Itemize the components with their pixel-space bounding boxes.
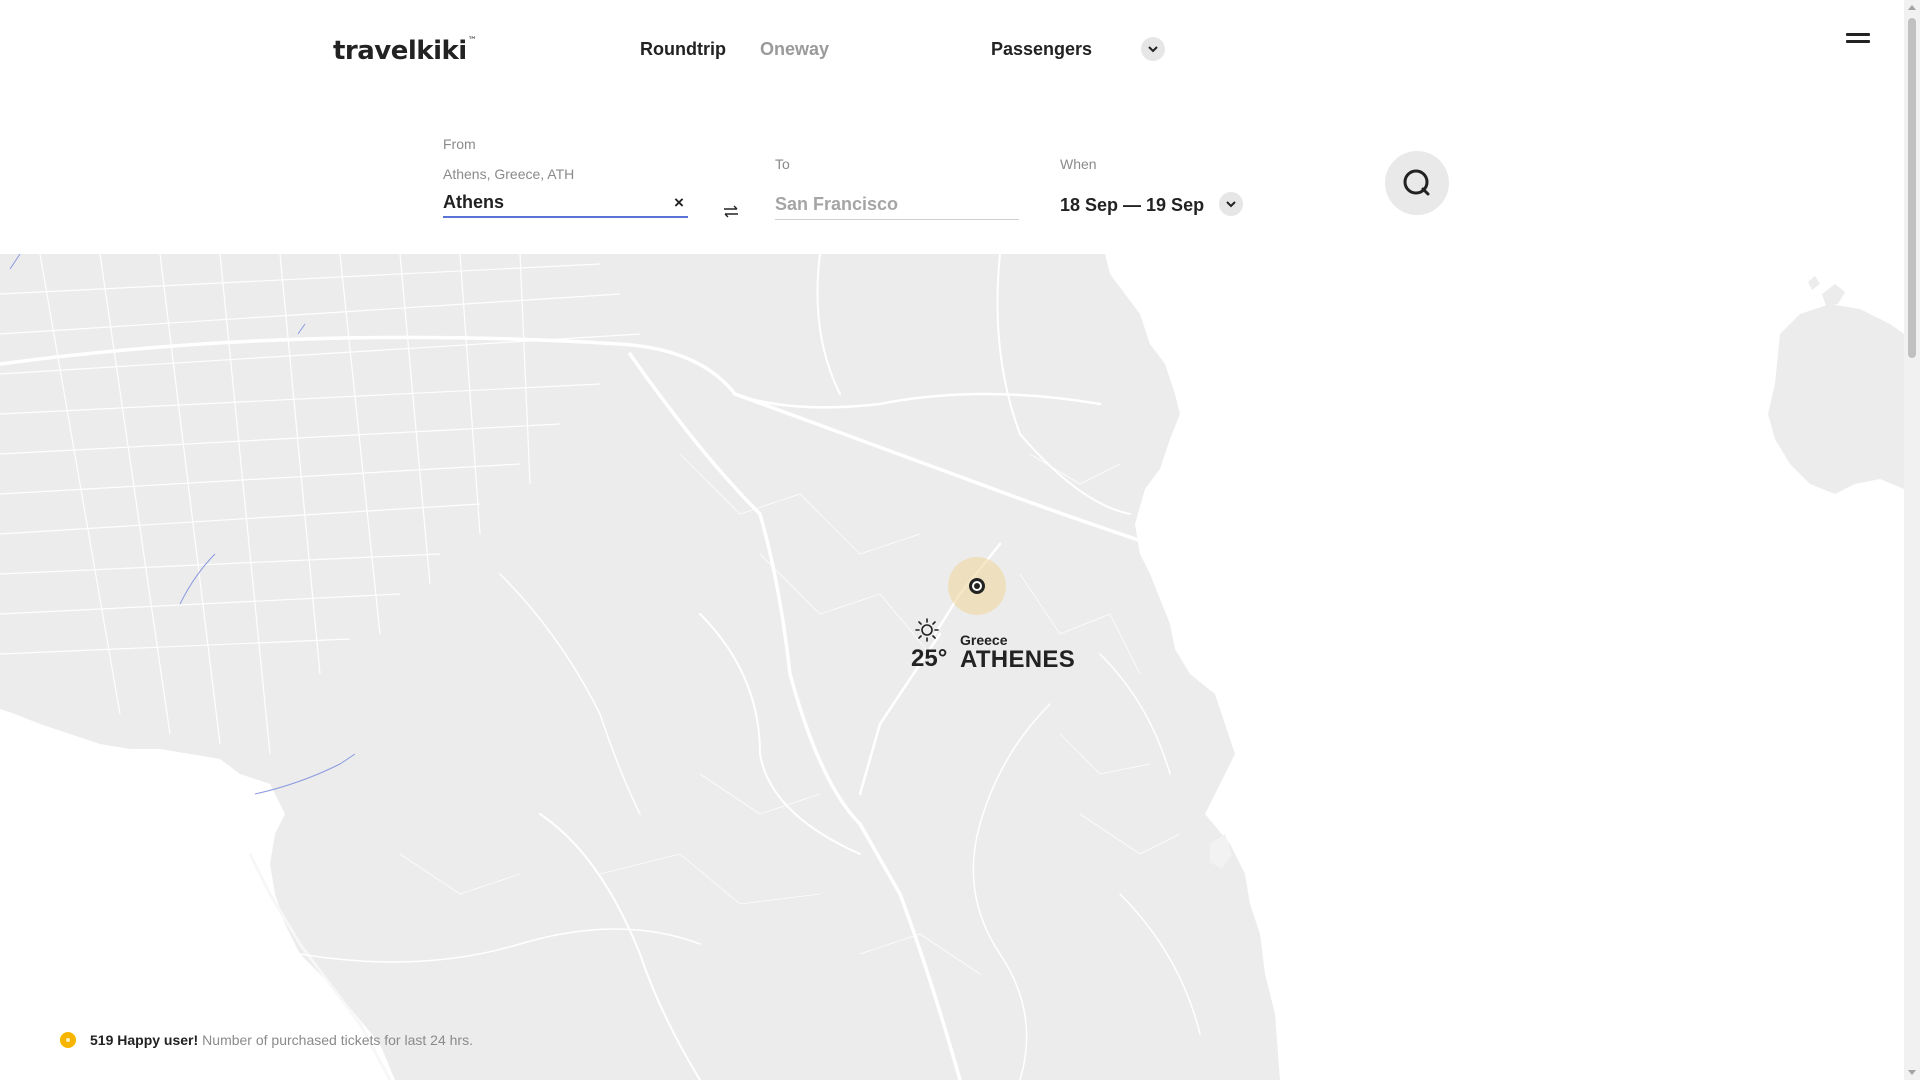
logo-text: travelkiki — [333, 36, 467, 66]
from-label: From — [443, 136, 476, 152]
destination-map[interactable]: 25° Greece ATHENES — [0, 254, 1904, 1080]
city-name[interactable]: ATHENES — [960, 646, 1075, 674]
brand-logo[interactable]: travelkiki™ — [333, 36, 477, 66]
passengers-dropdown-button[interactable] — [1141, 37, 1165, 61]
to-input[interactable] — [775, 190, 1019, 220]
when-label: When — [1060, 156, 1097, 172]
purchase-stat-banner: 519 Happy user! Number of purchased tick… — [60, 1032, 473, 1048]
stat-indicator-icon — [60, 1032, 76, 1048]
from-input[interactable] — [443, 188, 688, 218]
scrollbar-thumb[interactable] — [1908, 18, 1916, 358]
logo-trademark: ™ — [467, 36, 477, 46]
hamburger-menu-icon[interactable] — [1846, 32, 1870, 46]
tab-roundtrip[interactable]: Roundtrip — [640, 39, 726, 60]
date-dropdown-button[interactable] — [1219, 192, 1243, 216]
tab-oneway[interactable]: Oneway — [760, 39, 829, 60]
to-label: To — [775, 156, 790, 172]
stat-count: 519 Happy user! — [90, 1032, 199, 1048]
swap-direction-icon[interactable] — [722, 204, 740, 218]
chevron-down-icon — [1148, 46, 1158, 53]
from-airport-detail: Athens, Greece, ATH — [443, 166, 575, 182]
stat-description: Number of purchased tickets for last 24 … — [202, 1032, 473, 1048]
scroll-up-icon[interactable] — [1908, 5, 1916, 10]
page-scrollbar[interactable] — [1904, 0, 1920, 1080]
date-range-selector[interactable]: 18 Sep — 19 Sep — [1060, 195, 1204, 216]
scroll-down-icon[interactable] — [1908, 1070, 1916, 1075]
temperature-value: 25° — [911, 645, 948, 672]
sun-icon — [915, 618, 939, 642]
flight-search-form: From Athens, Greece, ATH × To When 18 Se… — [0, 100, 1904, 254]
search-button[interactable] — [1385, 151, 1449, 215]
clear-from-button[interactable]: × — [674, 193, 684, 213]
passengers-selector[interactable]: Passengers — [991, 39, 1092, 60]
top-navigation: travelkiki™ Roundtrip Oneway Passengers — [0, 0, 1904, 100]
location-marker-icon[interactable] — [969, 578, 985, 594]
search-icon — [1403, 169, 1430, 196]
chevron-down-icon — [1226, 201, 1236, 208]
map-base-layer — [0, 254, 1904, 1080]
